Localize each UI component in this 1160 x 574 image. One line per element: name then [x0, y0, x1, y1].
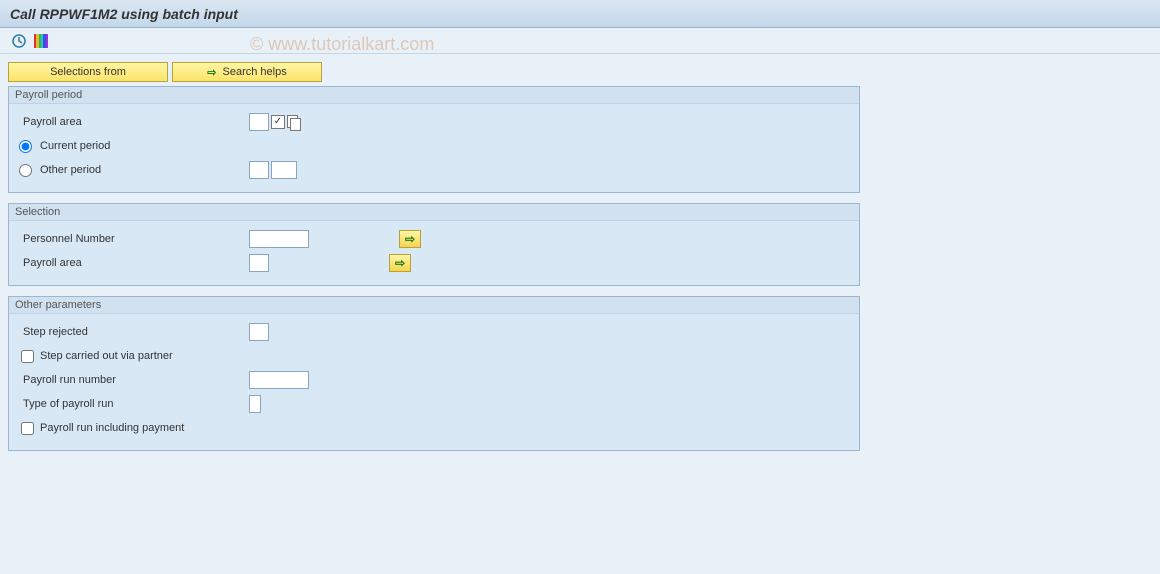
work-area: Selections from ⇨ Search helps Payroll p… [0, 54, 1160, 574]
step-partner-label: Step carried out via partner [40, 350, 173, 362]
arrow-right-icon: ⇨ [207, 66, 216, 79]
arrow-right-icon: ⇨ [405, 232, 415, 246]
group-other-parameters: Other parameters Step rejected Step carr… [8, 296, 860, 451]
search-helps-label: Search helps [223, 66, 287, 78]
page-title-bar: Call RPPWF1M2 using batch input [0, 0, 1160, 28]
including-payment-label: Payroll run including payment [40, 422, 184, 434]
current-period-radio-row[interactable]: Current period [19, 140, 249, 153]
group-title-payroll-period: Payroll period [9, 87, 859, 104]
other-period-input-2[interactable] [271, 161, 297, 179]
step-rejected-label: Step rejected [19, 326, 249, 338]
type-of-payroll-run-label: Type of payroll run [19, 398, 249, 410]
other-period-radio-row[interactable]: Other period [19, 164, 249, 177]
page-title: Call RPPWF1M2 using batch input [10, 6, 238, 22]
action-button-row: Selections from ⇨ Search helps [8, 62, 1152, 82]
selections-from-button[interactable]: Selections from [8, 62, 168, 82]
personnel-number-label: Personnel Number [19, 233, 249, 245]
payroll-run-number-label: Payroll run number [19, 374, 249, 386]
payroll-area-range-button[interactable]: ⇨ [389, 254, 411, 272]
rainbow-icon [34, 34, 48, 48]
group-title-selection: Selection [9, 204, 859, 221]
step-rejected-input[interactable] [249, 323, 269, 341]
selection-payroll-area-label: Payroll area [19, 257, 249, 269]
arrow-right-icon: ⇨ [395, 256, 405, 270]
group-payroll-period: Payroll period Payroll area ✓ Current pe… [8, 86, 860, 193]
type-of-payroll-run-input[interactable] [249, 395, 261, 413]
payroll-area-input[interactable] [249, 113, 269, 131]
palette-icon[interactable] [32, 32, 50, 50]
step-partner-checkbox[interactable] [21, 350, 34, 363]
group-title-other-params: Other parameters [9, 297, 859, 314]
execute-icon[interactable] [10, 32, 28, 50]
including-payment-checkbox[interactable] [21, 422, 34, 435]
personnel-number-input[interactable] [249, 230, 309, 248]
current-period-radio[interactable] [19, 140, 32, 153]
selection-payroll-area-input[interactable] [249, 254, 269, 272]
search-helps-button[interactable]: ⇨ Search helps [172, 62, 322, 82]
copy-icon[interactable] [287, 115, 301, 129]
including-payment-row[interactable]: Payroll run including payment [19, 422, 249, 435]
step-partner-row[interactable]: Step carried out via partner [19, 350, 249, 363]
app-toolbar [0, 28, 1160, 54]
group-selection: Selection Personnel Number ⇨ Payroll are… [8, 203, 860, 286]
payroll-area-label: Payroll area [19, 116, 249, 128]
check-icon[interactable]: ✓ [271, 115, 285, 129]
selections-from-label: Selections from [50, 66, 126, 78]
personnel-number-range-button[interactable]: ⇨ [399, 230, 421, 248]
payroll-run-number-input[interactable] [249, 371, 309, 389]
other-period-label: Other period [40, 164, 101, 176]
other-period-radio[interactable] [19, 164, 32, 177]
other-period-input-1[interactable] [249, 161, 269, 179]
current-period-label: Current period [40, 140, 110, 152]
